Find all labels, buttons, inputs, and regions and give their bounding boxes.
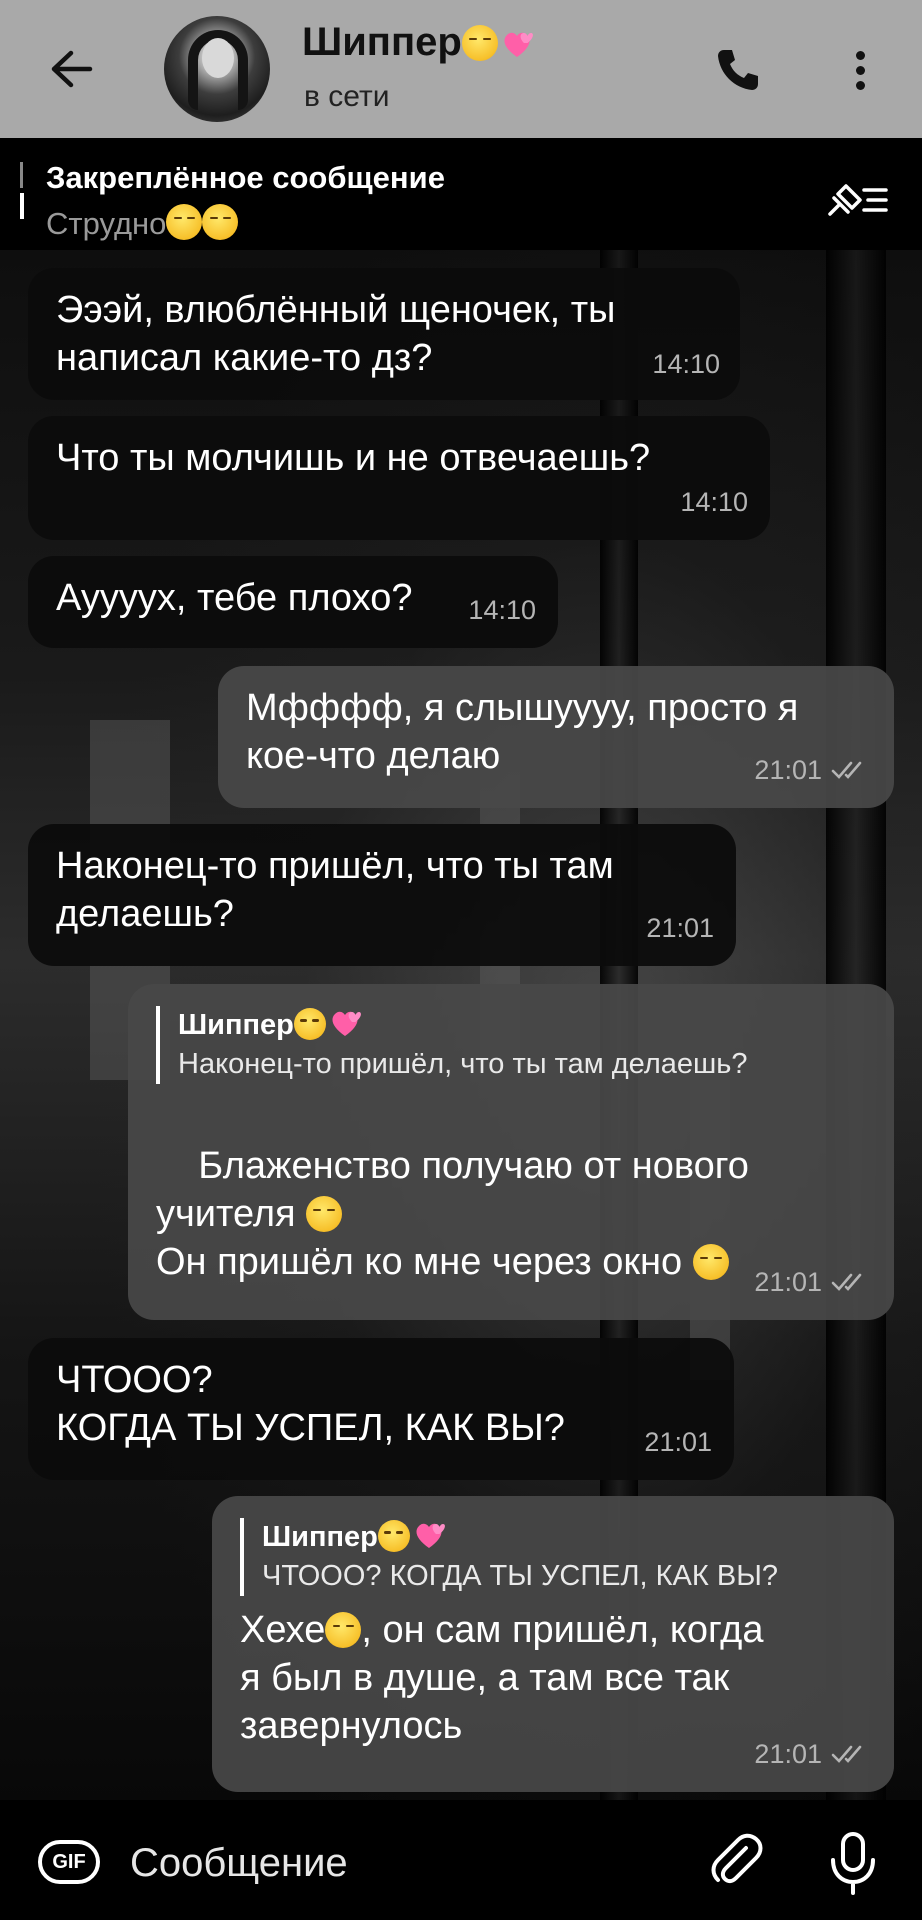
more-menu-button[interactable] xyxy=(840,44,880,96)
chat-title-text: Шиппер xyxy=(302,20,462,64)
pinned-list-button[interactable] xyxy=(824,178,890,222)
back-button[interactable] xyxy=(40,44,102,94)
arrow-left-icon xyxy=(51,50,93,88)
chat-header: Шиппер в сети xyxy=(0,0,922,138)
message-bubble-incoming[interactable]: Наконец-то пришёл, что ты там делаешь? 2… xyxy=(28,824,736,966)
message-text: Наконец-то пришёл, что ты там делаешь? xyxy=(56,845,614,935)
yum-emoji-icon xyxy=(306,1196,343,1232)
expressionless-emoji-icon xyxy=(293,1008,326,1040)
tears-of-joy-emoji-icon xyxy=(202,204,239,240)
call-button[interactable] xyxy=(708,44,768,96)
expressionless-emoji-icon xyxy=(377,1520,410,1552)
message-bubble-incoming[interactable]: ЧТООО? КОГДА ТЫ УСПЕЛ, КАК ВЫ? 21:01 xyxy=(28,1338,734,1480)
double-check-icon xyxy=(831,1745,862,1763)
message-time: 21:01 xyxy=(646,913,714,943)
two-hearts-icon xyxy=(328,1006,362,1040)
message-text: Ауууух, тебе плохо? xyxy=(56,577,413,619)
reply-text: ЧТООО? КОГДА ТЫ УСПЕЛ, КАК ВЫ? xyxy=(262,1560,778,1592)
double-check-icon xyxy=(831,761,862,779)
message-bubble-outgoing[interactable]: Шиппер ЧТООО? КОГДА ТЫ УСПЕЛ, КАК ВЫ? Хе… xyxy=(212,1496,894,1792)
reply-author: Шиппер xyxy=(178,1006,866,1044)
message-text: Хехе, он сам пришёл, когда я был в душе,… xyxy=(240,1609,764,1747)
message-time: 21:01 xyxy=(754,1258,872,1306)
message-text: Мфффф, я слышуууу, просто я кое-что дела… xyxy=(246,687,799,777)
pinned-label: Закреплённое сообщение xyxy=(46,160,445,195)
avatar[interactable] xyxy=(164,16,270,122)
message-text: ЧТООО? КОГДА ТЫ УСПЕЛ, КАК ВЫ? xyxy=(56,1359,565,1449)
pin-list-icon xyxy=(828,184,888,216)
message-bubble-outgoing[interactable]: Шиппер Наконец-то пришёл, что ты там дел… xyxy=(128,984,894,1320)
online-status: в сети xyxy=(304,80,390,113)
gif-button[interactable]: GIF xyxy=(38,1840,100,1884)
reply-text: Наконец-то пришёл, что ты там делаешь? xyxy=(178,1048,748,1080)
attach-button[interactable] xyxy=(706,1830,768,1892)
reply-quote[interactable]: Шиппер Наконец-то пришёл, что ты там дел… xyxy=(156,1006,866,1084)
message-bubble-incoming[interactable]: Что ты молчишь и не отвечаешь? 14:10 xyxy=(28,416,770,540)
expressionless-emoji-icon xyxy=(461,25,498,61)
phone-icon xyxy=(718,50,758,90)
reply-quote[interactable]: Шиппер ЧТООО? КОГДА ТЫ УСПЕЛ, КАК ВЫ? xyxy=(240,1518,866,1596)
message-bubble-incoming[interactable]: Ауууух, тебе плохо? 14:10 xyxy=(28,556,558,648)
message-text: Что ты молчишь и не отвечаешь? xyxy=(56,437,651,479)
message-bubble-incoming[interactable]: Эээй, влюблённый щеночек, ты написал как… xyxy=(28,268,740,400)
message-time: 14:10 xyxy=(468,595,536,625)
double-check-icon xyxy=(831,1273,862,1291)
more-vertical-icon xyxy=(855,50,865,60)
message-time: 21:01 xyxy=(644,1427,712,1457)
message-input[interactable] xyxy=(128,1834,672,1892)
message-composer: GIF xyxy=(0,1800,922,1920)
smirk-emoji-icon xyxy=(692,1244,729,1280)
smirk-emoji-icon xyxy=(325,1612,362,1648)
two-hearts-icon xyxy=(500,26,534,60)
pinned-message-bar[interactable]: Закреплённое сообщение Струдно xyxy=(0,138,922,250)
two-hearts-icon xyxy=(412,1518,446,1552)
microphone-icon xyxy=(831,1832,875,1895)
message-time: 14:10 xyxy=(652,349,720,379)
tears-of-joy-emoji-icon xyxy=(166,204,203,240)
message-bubble-outgoing[interactable]: Мфффф, я слышуууу, просто я кое-что дела… xyxy=(218,666,894,808)
voice-record-button[interactable] xyxy=(826,1830,880,1896)
pinned-text: Струдно xyxy=(46,204,239,242)
message-time: 14:10 xyxy=(680,487,748,517)
paperclip-icon xyxy=(711,1833,763,1884)
chat-title[interactable]: Шиппер xyxy=(302,20,534,65)
message-text: Эээй, влюблённый щеночек, ты написал как… xyxy=(56,289,616,379)
reply-author: Шиппер xyxy=(262,1518,866,1556)
message-time: 21:01 xyxy=(754,1730,872,1778)
message-time: 21:01 xyxy=(754,746,872,794)
